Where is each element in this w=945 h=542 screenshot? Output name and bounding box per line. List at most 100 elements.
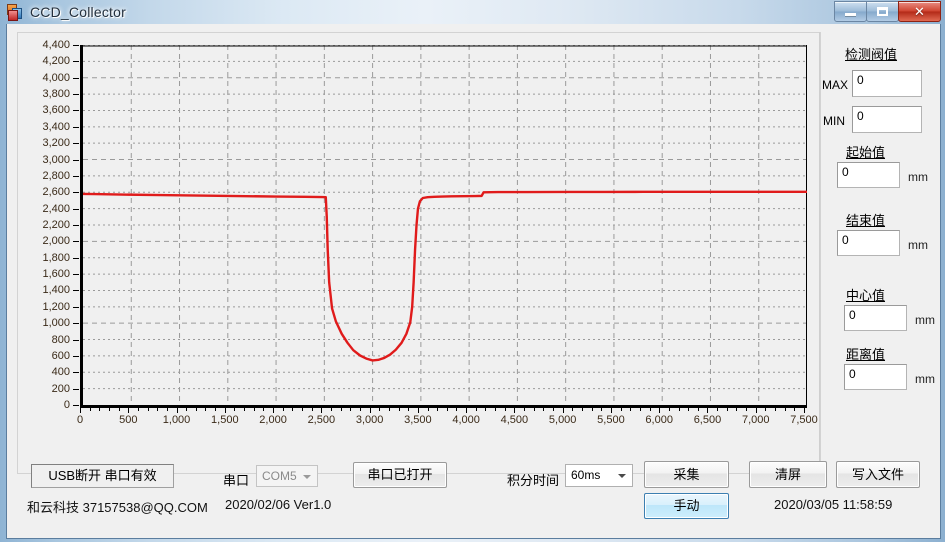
y-axis-tick-label: 4,400: [42, 39, 70, 51]
x-axis-minor-tick: [639, 408, 641, 411]
x-axis-tick: [659, 408, 661, 413]
port-select[interactable]: COM5: [256, 465, 318, 487]
y-axis-tick: [73, 94, 79, 96]
x-axis-tick: [755, 408, 757, 413]
x-axis-minor-tick: [99, 408, 101, 411]
x-axis-tick-label: 0: [76, 414, 84, 426]
x-axis-minor-tick: [717, 408, 719, 411]
chevron-down-icon: [303, 475, 311, 479]
x-axis-minor-tick: [253, 408, 255, 411]
close-icon: ✕: [914, 4, 925, 19]
x-axis-minor-tick: [330, 408, 332, 411]
y-axis-tick-label: 1,400: [42, 284, 70, 297]
end-field[interactable]: 0: [837, 230, 900, 256]
x-axis-tick: [321, 408, 323, 413]
x-axis-minor-tick: [524, 408, 526, 411]
x-axis-minor-tick: [668, 408, 670, 411]
write-file-button[interactable]: 写入文件: [836, 461, 920, 488]
x-axis-minor-tick: [678, 408, 680, 411]
y-axis-tick-label: 3,400: [42, 120, 70, 133]
y-axis-tick: [73, 45, 79, 46]
x-axis-minor-tick: [157, 408, 159, 411]
x-axis-minor-tick: [205, 408, 207, 411]
x-axis-tick-label: 6,000: [645, 414, 673, 426]
port-select-value: COM5: [262, 469, 297, 483]
y-axis-tick: [73, 241, 79, 243]
signal-curve: [83, 190, 807, 362]
x-axis-minor-tick: [137, 408, 139, 411]
x-axis-tick: [176, 408, 178, 413]
y-axis-tick-label: 3,000: [42, 153, 70, 166]
x-axis-minor-tick: [784, 408, 786, 411]
x-axis-tick: [562, 408, 564, 413]
x-axis-tick-label: 500: [119, 414, 138, 426]
x-axis-tick: [80, 408, 81, 413]
y-axis-tick-label: 4,200: [42, 55, 70, 68]
distance-field[interactable]: 0: [844, 364, 907, 390]
x-axis-tick: [369, 408, 371, 413]
x-axis-tick-label: 3,000: [355, 414, 384, 426]
x-axis-minor-tick: [630, 408, 632, 411]
x-axis-minor-tick: [475, 408, 477, 411]
y-axis-tick: [73, 290, 79, 292]
threshold-title: 检测阀值: [845, 47, 898, 62]
x-axis-minor-tick: [726, 408, 728, 411]
panel-divider: [819, 32, 820, 472]
x-axis-tick-label: 5,000: [548, 414, 577, 426]
y-axis-tick-label: 1,000: [42, 317, 70, 330]
y-axis-tick: [73, 323, 79, 325]
integration-time-select[interactable]: 60ms: [565, 464, 633, 487]
plot-wrapper: 0 200 400 600 800 1,000 1,200 1,400 1,600 1,800 2,…: [18, 33, 820, 473]
clear-screen-button[interactable]: 清屏: [749, 461, 827, 488]
x-axis-minor-tick: [89, 408, 91, 411]
y-axis-tick: [73, 405, 79, 406]
x-axis-minor-tick: [591, 408, 593, 411]
distance-title: 距离值: [846, 347, 886, 362]
company-info: 和云科技 37157538@QQ.COM: [27, 500, 208, 515]
x-axis-minor-tick: [649, 408, 651, 411]
y-axis-tick-label: 1,200: [42, 300, 70, 313]
y-axis-tick-label: 600: [51, 349, 70, 362]
x-axis-tick-label: 2,500: [307, 414, 336, 426]
chart-group-box: 0 200 400 600 800 1,000 1,200 1,400 1,600 1,800 2,…: [17, 32, 821, 474]
measurement-panel: 检测阀值 MAX 0 MIN 0 起始值 0 mm 结束值 0 mm 中心值 0…: [822, 32, 940, 472]
x-axis-minor-tick: [495, 408, 497, 411]
x-axis-minor-tick: [379, 408, 381, 411]
x-axis-tick: [417, 408, 419, 413]
port-open-button[interactable]: 串口已打开: [353, 462, 447, 488]
x-axis-minor-tick: [794, 408, 796, 411]
title-bar[interactable]: CCD_Collector ✕: [0, 0, 945, 24]
collect-button[interactable]: 采集: [644, 461, 729, 488]
close-button[interactable]: ✕: [898, 1, 941, 22]
plot-area[interactable]: [80, 45, 807, 408]
x-axis-minor-tick: [408, 408, 410, 411]
center-field[interactable]: 0: [844, 305, 907, 331]
y-axis-tick: [73, 208, 79, 210]
y-axis-tick: [73, 355, 79, 357]
x-axis-minor-tick: [736, 408, 738, 411]
integration-time-value: 60ms: [571, 468, 601, 482]
manual-button[interactable]: 手动: [644, 493, 729, 519]
x-axis-minor-tick: [388, 408, 390, 411]
start-field[interactable]: 0: [837, 162, 900, 188]
minimize-button[interactable]: [834, 1, 867, 22]
max-field[interactable]: 0: [852, 70, 922, 97]
usb-status-field: USB断开 串口有效: [31, 464, 174, 488]
x-axis-minor-tick: [118, 408, 120, 411]
x-axis-minor-tick: [108, 408, 110, 411]
y-axis-tick-label: 2,200: [42, 219, 70, 231]
x-axis-minor-tick: [282, 408, 284, 411]
x-axis-minor-tick: [359, 408, 361, 411]
x-axis-minor-tick: [697, 408, 699, 411]
min-field[interactable]: 0: [852, 106, 922, 133]
x-axis-minor-tick: [292, 408, 294, 411]
center-unit: mm: [915, 313, 935, 327]
version-info: 2020/02/06 Ver1.0: [225, 497, 332, 512]
x-axis-minor-tick: [166, 408, 168, 411]
y-axis-tick-label: 0: [63, 399, 70, 411]
integration-time-label: 积分时间: [507, 473, 560, 488]
maximize-button[interactable]: [866, 1, 899, 22]
x-axis-minor-tick: [485, 408, 487, 411]
y-axis-tick-label: 3,800: [42, 88, 70, 101]
y-axis-tick: [73, 143, 79, 145]
